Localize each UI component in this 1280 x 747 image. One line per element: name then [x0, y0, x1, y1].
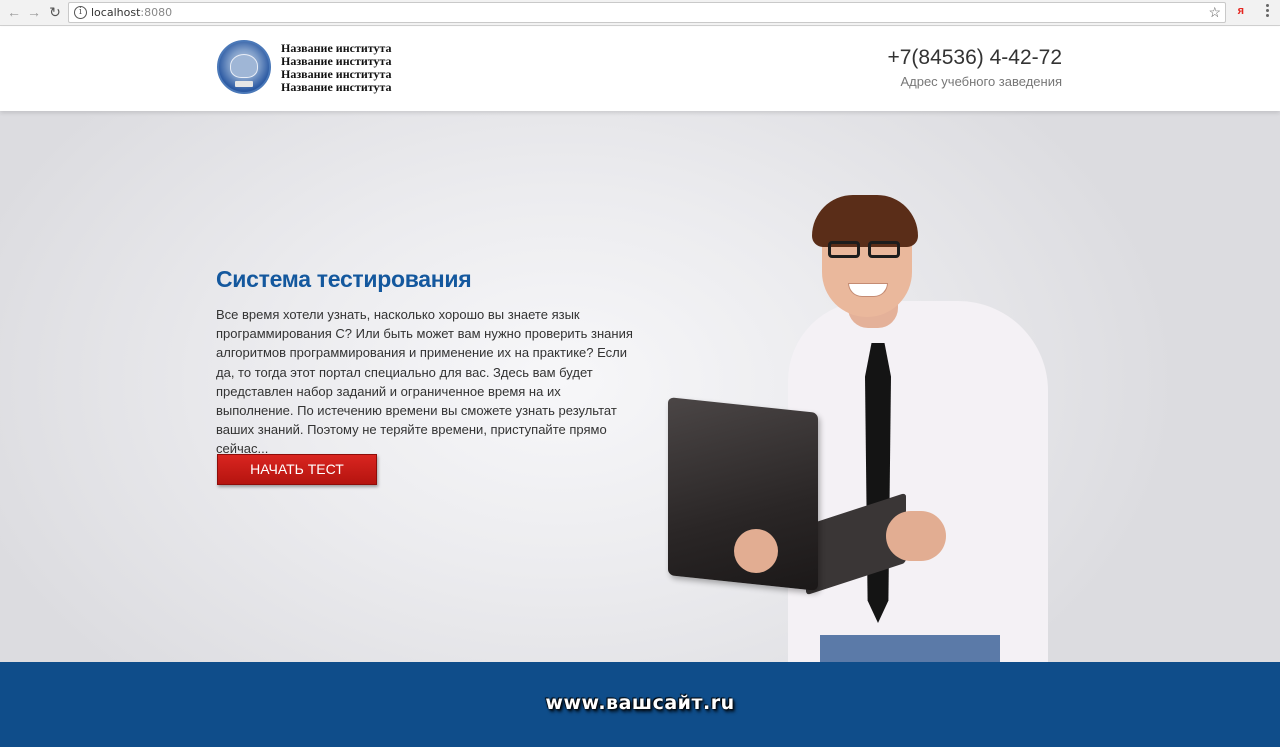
person-shirt	[788, 301, 1048, 662]
person-left-hand	[734, 529, 778, 573]
site-footer: www.вашсайт.ru	[0, 662, 1280, 747]
browser-toolbar: ← → ↻ i localhost:8080 ☆ я	[0, 0, 1280, 26]
yandex-extension-icon[interactable]: я	[1238, 5, 1244, 17]
url-host: localhost	[91, 6, 141, 19]
institute-line: Название института	[281, 80, 392, 94]
hero-description: Все время хотели узнать, насколько хорош…	[216, 307, 633, 457]
glasses-icon	[828, 241, 906, 259]
logo-ribbon	[235, 81, 253, 87]
institute-name: Название института Название института На…	[281, 42, 392, 94]
start-test-button[interactable]: НАЧАТЬ ТЕСТ	[217, 454, 377, 485]
person-hair	[812, 195, 918, 247]
reload-icon[interactable]: ↻	[47, 4, 63, 20]
institution-address: Адрес учебного заведения	[900, 74, 1062, 89]
site-header: Название института Название института На…	[0, 27, 1280, 111]
contact-phone[interactable]: +7(84536) 4-42-72	[887, 46, 1062, 70]
info-icon[interactable]: i	[74, 6, 87, 19]
hero-section: Система тестирования Все время хотели уз…	[0, 111, 1280, 662]
institute-logo[interactable]	[217, 40, 271, 94]
url-port: :8080	[140, 6, 173, 19]
student-with-laptop-image	[660, 193, 1080, 662]
back-icon[interactable]: ←	[6, 4, 22, 20]
logo-emblem	[230, 54, 258, 78]
forward-icon[interactable]: →	[26, 4, 42, 20]
person-right-hand	[886, 511, 946, 561]
person-jeans	[820, 635, 1000, 662]
hero-title: Система тестирования	[216, 266, 472, 292]
person-tie	[865, 343, 891, 623]
footer-site-url[interactable]: www.вашсайт.ru	[0, 692, 1280, 714]
url-text[interactable]: localhost:8080	[91, 6, 172, 19]
address-bar[interactable]: i localhost:8080 ☆	[68, 2, 1226, 23]
menu-icon[interactable]	[1266, 4, 1270, 18]
bookmark-star-icon[interactable]: ☆	[1208, 4, 1221, 21]
